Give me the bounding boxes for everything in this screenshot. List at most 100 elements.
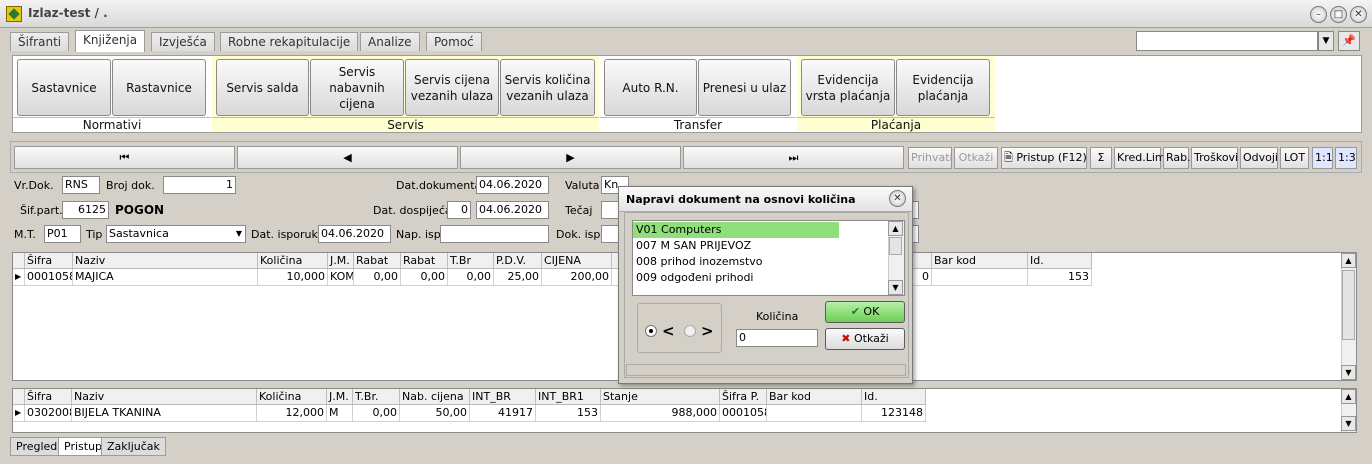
scroll-down-icon[interactable]: ▼	[1341, 365, 1356, 380]
cancel-button[interactable]: ✖ Otkaži	[825, 328, 905, 350]
radio-less[interactable]	[645, 325, 657, 337]
table-row-rabat2[interactable]: 0,00	[401, 269, 448, 286]
pin-icon[interactable]: 📌	[1338, 31, 1360, 51]
grid2-header-naziv[interactable]: Naziv	[72, 389, 257, 405]
table-row-nabcijena[interactable]: 50,00	[400, 405, 470, 422]
tab-sifranti[interactable]: Šifranti	[10, 32, 70, 51]
scroll-down-icon[interactable]: ▼	[1341, 416, 1356, 431]
vrdok-input[interactable]: RNS	[62, 176, 100, 194]
radio-greater[interactable]	[684, 325, 696, 337]
table-row-kolicina[interactable]: 12,000	[257, 405, 327, 422]
grid1-header-naziv[interactable]: Naziv	[73, 253, 258, 269]
evidencija-placanja-button[interactable]: Evidencija plaćanja	[896, 59, 990, 116]
table-row-sifra[interactable]: 0302008	[25, 405, 72, 422]
prenesi-u-ulaz-button[interactable]: Prenesi u ulaz	[698, 59, 791, 116]
table-row-jm[interactable]: KOM	[328, 269, 354, 286]
kolicina-input[interactable]: 0	[736, 329, 818, 347]
lot-button[interactable]: LOT	[1280, 147, 1309, 169]
dialog-close-icon[interactable]: ✕	[889, 190, 906, 207]
scroll-down-icon[interactable]: ▼	[888, 280, 903, 295]
servis-cijena-vezanih-ulaza-button[interactable]: Servis cijena vezanih ulaza	[405, 59, 499, 116]
napisp-input[interactable]	[440, 225, 549, 243]
table-row-id[interactable]: 123148	[862, 405, 926, 422]
scroll-up-icon[interactable]: ▲	[888, 221, 903, 236]
grid2-header-barkod[interactable]: Bar kod	[767, 389, 862, 405]
last-record-button[interactable]: ⏭	[683, 146, 904, 169]
sifpart-input[interactable]: 6125	[62, 201, 109, 219]
ratio-1-3-button[interactable]: 1:3	[1335, 147, 1357, 169]
datisp-input[interactable]: 04.06.2020	[318, 225, 391, 243]
datdosp-days-input[interactable]: 0	[447, 201, 471, 219]
table-row-kolicina[interactable]: 10,000	[258, 269, 328, 286]
servis-kolicina-vezanih-ulaza-button[interactable]: Servis količina vezanih ulaza	[500, 59, 595, 116]
table-row-intbr1[interactable]: 153	[536, 405, 601, 422]
table-row-jm[interactable]: M	[327, 405, 353, 422]
table-row-barkod[interactable]	[767, 405, 862, 422]
table-row-naziv[interactable]: MAJICA	[73, 269, 258, 286]
table-row-stanje[interactable]: 988,000	[601, 405, 720, 422]
grid1-header-rabat[interactable]: Rabat	[354, 253, 401, 269]
pristup-button[interactable]: 🗎 Pristup (F12)	[1001, 147, 1087, 169]
tab-zakljucak[interactable]: Zaključak	[101, 437, 166, 456]
grid1-header-cijena[interactable]: CIJENA	[542, 253, 612, 269]
tab-knjizenja[interactable]: Knjiženja	[75, 30, 146, 52]
kredlim-button[interactable]: Kred.Lim	[1114, 147, 1166, 169]
tab-pregled[interactable]: Pregled	[10, 437, 64, 456]
tab-pomoc[interactable]: Pomoć	[426, 32, 482, 51]
evidencija-vrsta-placanja-button[interactable]: Evidencija vrsta plaćanja	[801, 59, 895, 116]
scroll-up-icon[interactable]: ▲	[1341, 389, 1356, 404]
table-row-pdv[interactable]: 25,00	[494, 269, 542, 286]
grid2-header-nabcijena[interactable]: Nab. cijena	[400, 389, 470, 405]
servis-salda-button[interactable]: Servis salda	[216, 59, 309, 116]
grid1-header-sifra[interactable]: Šifra	[25, 253, 73, 269]
tab-analize[interactable]: Analize	[360, 32, 420, 51]
list-item[interactable]: 009 odgođeni prihodi	[633, 270, 883, 286]
ok-button[interactable]: ✔ OK	[825, 301, 905, 323]
sigma-button[interactable]: Σ	[1090, 147, 1112, 169]
auto-rn-button[interactable]: Auto R.N.	[604, 59, 697, 116]
close-icon[interactable]: ✕	[1350, 6, 1367, 23]
grid2-header-intbr1[interactable]: INT_BR1	[536, 389, 601, 405]
list-item[interactable]: V01 Computers	[633, 222, 839, 238]
maximize-icon[interactable]: □	[1330, 6, 1347, 23]
grid2-header-tbr[interactable]: T.Br.	[353, 389, 400, 405]
tab-izvjesca[interactable]: Izvješća	[151, 32, 215, 51]
prihvati-button[interactable]: Prihvati	[908, 147, 953, 169]
scroll-up-icon[interactable]: ▲	[1341, 253, 1356, 268]
datdosp-input[interactable]: 04.06.2020	[476, 201, 549, 219]
rab-button[interactable]: Rab.	[1163, 147, 1191, 169]
brojdok-input[interactable]: 1	[163, 176, 236, 194]
list-item[interactable]: 008 prihod inozemstvo	[633, 254, 883, 270]
table-row-naziv[interactable]: BIJELA TKANINA	[72, 405, 257, 422]
table-row-tbr[interactable]: 0,00	[448, 269, 494, 286]
table-row-barkod[interactable]	[932, 269, 1028, 286]
tab-robne-rekapitulacije[interactable]: Robne rekapitulacije	[220, 32, 359, 51]
grid1-header-rabat2[interactable]: Rabat	[401, 253, 448, 269]
grid2-header-sifrap[interactable]: Šifra P.	[720, 389, 767, 405]
grid1-scroll-thumb[interactable]	[1342, 270, 1355, 340]
tip-select[interactable]: Sastavnica ▼	[106, 225, 246, 243]
grid1-header-barkod[interactable]: Bar kod	[932, 253, 1028, 269]
otkazi-button[interactable]: Otkaži	[954, 147, 998, 169]
list-item[interactable]: 007 M SAN PRIJEVOZ	[633, 238, 883, 254]
grid2-header-id[interactable]: Id.	[862, 389, 926, 405]
troskovi-button[interactable]: Troškovi	[1191, 147, 1238, 169]
datdok-input[interactable]: 04.06.2020	[476, 176, 549, 194]
grid1-header-pdv[interactable]: P.D.V.	[494, 253, 542, 269]
dialog-list-scroll-thumb[interactable]	[889, 237, 902, 255]
rastavnice-button[interactable]: Rastavnice	[112, 59, 206, 116]
table-row-sifrap[interactable]: 0001058	[720, 405, 767, 422]
servis-nabavnih-cijena-button[interactable]: Servis nabavnih cijena	[310, 59, 404, 116]
minimize-icon[interactable]: –	[1310, 6, 1327, 23]
table-row-tbr[interactable]: 0,00	[353, 405, 400, 422]
ratio-1-1-button[interactable]: 1:1	[1312, 147, 1333, 169]
prev-record-button[interactable]: ◀	[237, 146, 458, 169]
grid2-header-stanje[interactable]: Stanje	[601, 389, 720, 405]
table-row-intbr[interactable]: 41917	[470, 405, 536, 422]
chevron-down-icon[interactable]: ▼	[1318, 31, 1334, 51]
grid1-header-tbr[interactable]: T.Br	[448, 253, 494, 269]
first-record-button[interactable]: ⏮	[14, 146, 235, 169]
grid1-header-kolicina[interactable]: Količina	[258, 253, 328, 269]
grid2-header-intbr[interactable]: INT_BR	[470, 389, 536, 405]
table-row-sifra[interactable]: 0001058	[25, 269, 73, 286]
